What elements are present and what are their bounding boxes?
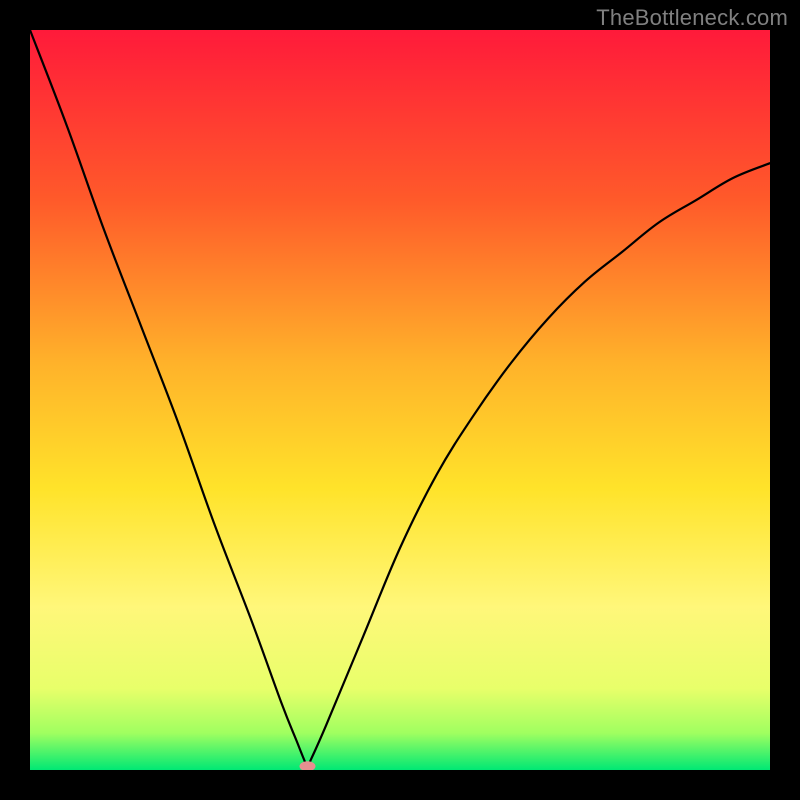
- plot-area: [30, 30, 770, 770]
- watermark-text: TheBottleneck.com: [596, 5, 788, 31]
- gradient-background: [30, 30, 770, 770]
- chart-frame: TheBottleneck.com: [0, 0, 800, 800]
- chart-svg: [30, 30, 770, 770]
